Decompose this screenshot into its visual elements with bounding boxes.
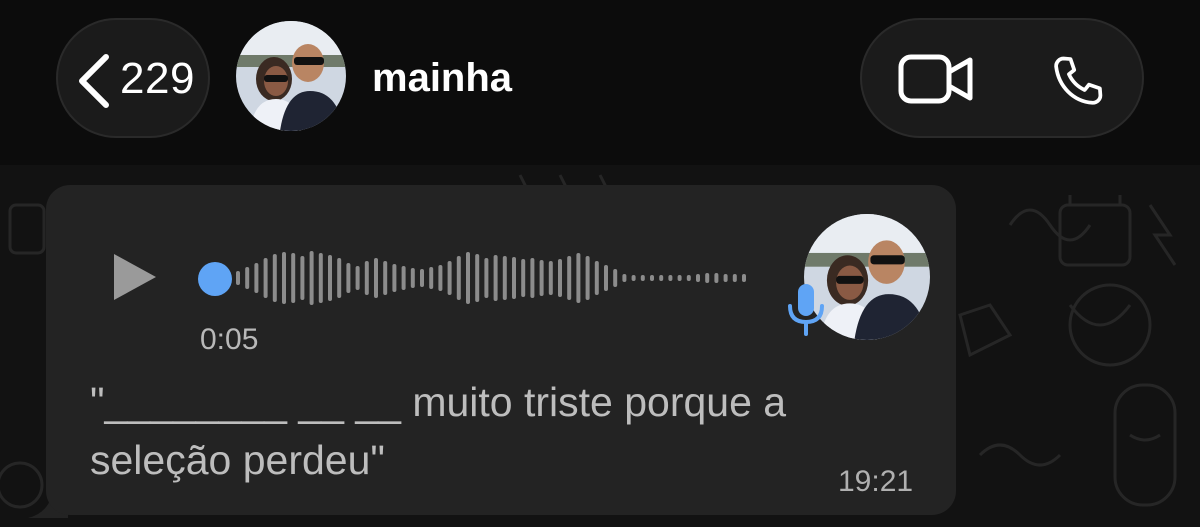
waveform-bar	[742, 274, 746, 282]
waveform-bar	[392, 264, 397, 292]
waveform-bar	[548, 261, 553, 295]
chevron-left-icon	[79, 54, 109, 108]
waveform-bar	[622, 274, 627, 282]
waveform-bar	[236, 271, 240, 285]
contact-photo	[236, 21, 346, 131]
waveform-bar	[438, 265, 443, 291]
waveform-bar	[466, 252, 470, 304]
waveform-bar	[502, 256, 507, 300]
waveform-bar	[337, 258, 342, 298]
microphone-icon	[788, 284, 824, 336]
waveform-bar	[659, 275, 664, 281]
play-icon[interactable]	[112, 252, 158, 302]
waveform-bar	[677, 275, 682, 281]
waveform-bar	[263, 258, 268, 298]
waveform-bar	[364, 261, 369, 295]
audio-waveform[interactable]	[236, 240, 752, 316]
waveform-bar	[447, 261, 452, 295]
waveform-bar	[696, 274, 700, 282]
waveform-bar	[723, 274, 728, 282]
waveform-bar	[475, 254, 480, 302]
waveform-bar	[420, 269, 424, 287]
playback-scrubber[interactable]	[198, 262, 232, 296]
waveform-bar	[585, 256, 590, 300]
waveform-bar	[493, 255, 498, 301]
voice-duration: 0:05	[200, 323, 259, 356]
waveform-bar	[604, 265, 608, 291]
waveform-bar	[686, 275, 691, 281]
waveform-bar	[383, 261, 388, 295]
waveform-bar	[254, 263, 259, 293]
waveform-bar	[282, 252, 286, 304]
waveform-bar	[530, 258, 535, 298]
waveform-bar	[410, 268, 415, 288]
waveform-bar	[558, 259, 562, 297]
waveform-bar	[631, 275, 636, 281]
waveform-bar	[346, 263, 351, 293]
unread-count: 229	[120, 54, 195, 103]
voice-transcript: "________ __ __ muito triste porque a se…	[90, 379, 787, 483]
waveform-bar	[456, 256, 461, 300]
waveform-bar	[613, 269, 618, 287]
waveform-bar	[521, 259, 526, 297]
waveform-bar	[300, 256, 305, 300]
waveform-bar	[272, 254, 277, 302]
video-camera-icon[interactable]	[898, 54, 974, 104]
contact-avatar[interactable]	[236, 21, 346, 131]
waveform-bar	[594, 261, 599, 295]
waveform-bar	[668, 275, 673, 281]
waveform-bar	[401, 266, 406, 290]
waveform-bar	[650, 275, 654, 281]
waveform-bar	[705, 273, 710, 283]
waveform-bar	[328, 255, 332, 301]
waveform-bar	[484, 258, 489, 298]
waveform-bar	[567, 256, 572, 300]
waveform-bar	[512, 257, 516, 299]
contact-name[interactable]: mainha	[372, 56, 512, 101]
waveform-bar	[714, 273, 719, 283]
waveform-bar	[309, 251, 314, 305]
waveform-bar	[374, 258, 378, 298]
waveform-bar	[539, 260, 544, 296]
waveform-bar	[732, 274, 737, 282]
waveform-bar	[576, 253, 581, 303]
call-actions	[860, 18, 1144, 138]
phone-icon[interactable]	[1046, 50, 1110, 114]
waveform-bar	[291, 253, 296, 303]
chat-header: 229 mainha	[0, 0, 1200, 165]
message-timestamp: 19:21	[838, 465, 914, 498]
waveform-bar	[355, 266, 360, 290]
back-button[interactable]: 229	[56, 18, 210, 138]
waveform-bar	[640, 275, 645, 281]
waveform-bar	[245, 267, 250, 289]
waveform-bar	[318, 253, 323, 303]
waveform-bar	[429, 267, 434, 289]
